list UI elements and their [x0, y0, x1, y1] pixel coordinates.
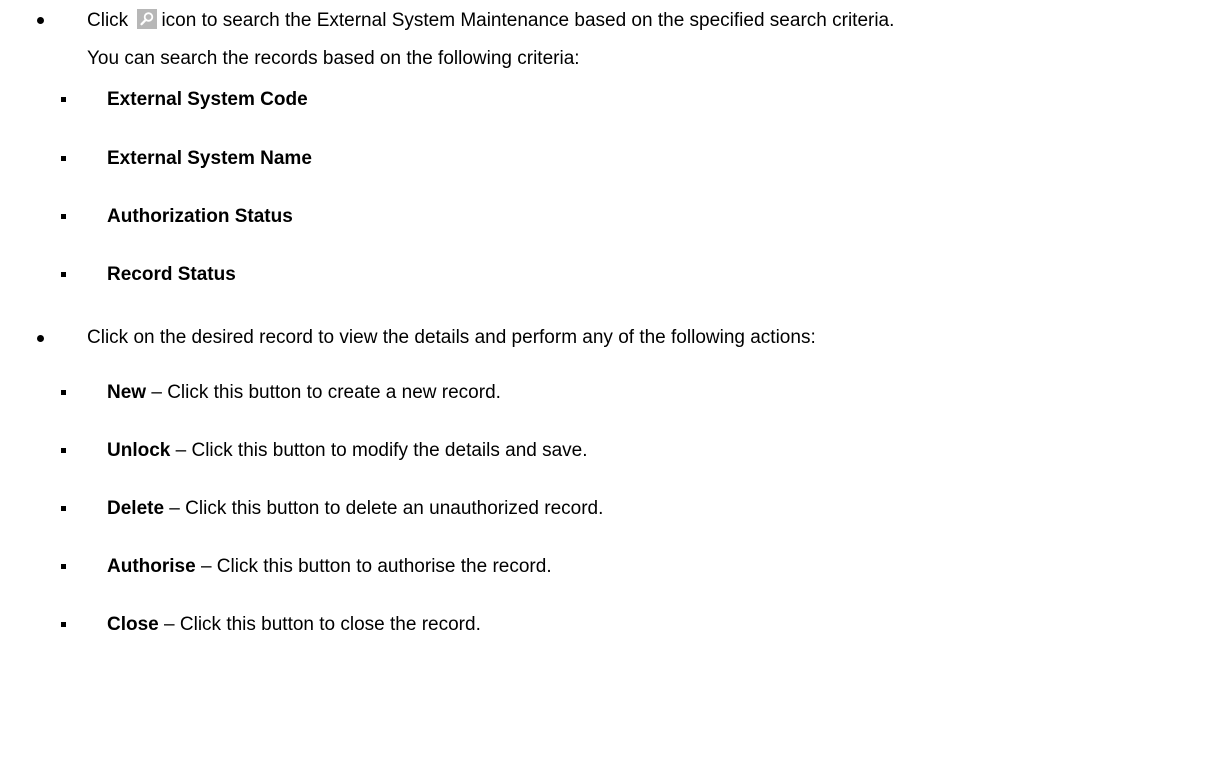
square-bullet-icon	[61, 448, 66, 453]
bullet-icon	[37, 17, 44, 24]
click-word: Click	[87, 10, 129, 31]
square-bullet-icon	[61, 390, 66, 395]
bullet-icon	[37, 335, 44, 342]
square-bullet-icon	[61, 564, 66, 569]
square-bullet-icon	[61, 214, 66, 219]
square-bullet-icon	[61, 506, 66, 511]
criteria-item: External System Name	[107, 148, 312, 169]
criteria-item: Record Status	[107, 264, 236, 285]
criteria-item: External System Code	[107, 89, 308, 110]
actions-intro: Click on the desired record to view the …	[87, 327, 816, 348]
intro-rest-text: icon to search the External System Maint…	[161, 10, 895, 31]
action-item-unlock: Unlock – Click this button to modify the…	[107, 440, 588, 461]
action-item-new: New – Click this button to create a new …	[107, 382, 501, 403]
action-item-delete: Delete – Click this button to delete an …	[107, 498, 604, 519]
square-bullet-icon	[61, 97, 66, 102]
action-item-close: Close – Click this button to close the r…	[107, 614, 481, 635]
document-page: Click icon to search the External System…	[0, 0, 1207, 764]
action-item-authorise: Authorise – Click this button to authori…	[107, 556, 552, 577]
intro-line-2: You can search the records based on the …	[87, 48, 580, 69]
search-icon	[137, 9, 158, 29]
square-bullet-icon	[61, 156, 66, 161]
intro-line-1: Click icon to search the External System…	[87, 9, 894, 32]
square-bullet-icon	[61, 272, 66, 277]
square-bullet-icon	[61, 622, 66, 627]
criteria-item: Authorization Status	[107, 206, 293, 227]
